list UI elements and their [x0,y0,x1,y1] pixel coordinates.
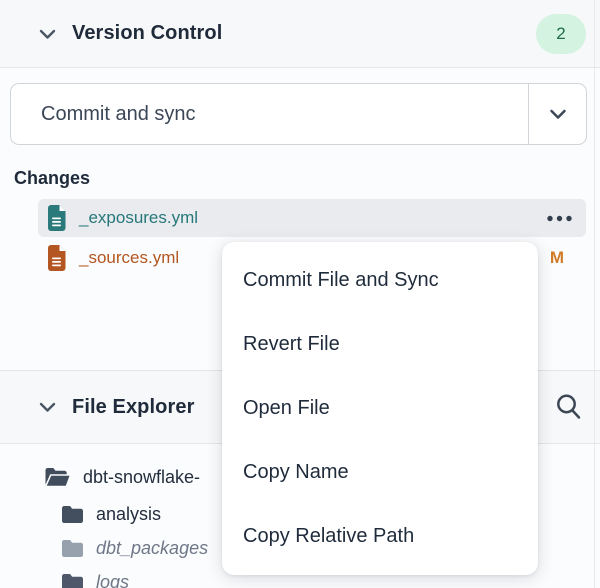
folder-icon [62,506,83,523]
modified-status-badge: M [550,248,564,268]
menu-item-copy-relative-path[interactable]: Copy Relative Path [222,505,538,569]
tree-item-label: logs [96,572,129,588]
version-control-header: Version Control 2 [0,0,600,68]
tree-item-logs[interactable]: logs [62,570,129,588]
tree-item-analysis[interactable]: analysis [62,502,161,526]
file-actions-menu-button[interactable] [544,206,574,230]
tree-item-project-root[interactable]: dbt-snowflake- [44,464,200,490]
panel-right-edge [594,0,595,588]
search-icon [554,392,583,422]
tree-item-label: dbt_packages [96,538,208,559]
side-panel: Version Control 2 Commit and sync Change… [0,0,600,588]
file-name: _sources.yml [79,248,179,268]
commit-action-label: Commit and sync [11,84,528,144]
yml-file-icon [48,245,68,271]
tree-item-dbt-packages[interactable]: dbt_packages [62,536,208,560]
file-name: _exposures.yml [79,208,198,228]
folder-icon [62,540,83,557]
ellipsis-icon [546,215,573,222]
tree-item-label: analysis [96,504,161,525]
changes-count-badge: 2 [536,14,586,54]
chevron-down-icon[interactable] [36,396,59,418]
changes-section-label: Changes [14,168,90,189]
file-explorer-title: File Explorer [72,396,194,419]
file-search-button[interactable] [550,389,586,425]
menu-item-revert-file[interactable]: Revert File [222,312,538,376]
folder-icon [62,574,83,588]
folder-open-icon [44,468,70,486]
chevron-down-icon [546,103,570,125]
menu-item-commit-file-and-sync[interactable]: Commit File and Sync [222,248,538,312]
file-context-menu: Commit File and Sync Revert File Open Fi… [222,242,538,575]
menu-item-copy-name[interactable]: Copy Name [222,441,538,505]
dropdown-caret-button[interactable] [528,84,586,144]
chevron-down-icon[interactable] [36,23,59,45]
commit-action-dropdown[interactable]: Commit and sync [10,83,587,145]
menu-item-open-file[interactable]: Open File [222,376,538,440]
yml-file-icon [48,205,68,231]
tree-item-label: dbt-snowflake- [83,467,200,488]
version-control-title: Version Control [72,22,222,45]
changed-file-row-exposures[interactable]: _exposures.yml [38,199,586,237]
